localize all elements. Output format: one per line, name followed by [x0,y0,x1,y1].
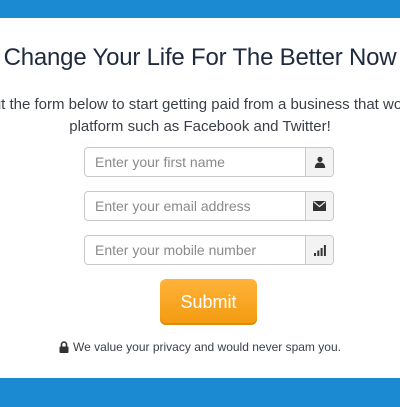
subheading-line-1: ut the form below to start getting paid … [0,96,400,113]
signal-icon [305,236,333,264]
subheading-line-2: platform such as Facebook and Twitter! [69,118,331,135]
page-headline: Change Your Life For The Better Now [3,44,397,71]
first-name-input[interactable] [85,148,305,176]
submit-button[interactable]: Submit [160,279,257,325]
user-icon [305,148,333,176]
lock-icon [59,341,69,356]
mobile-field-group [84,235,334,265]
email-field-group [84,191,334,221]
first-name-field-group [84,147,334,177]
top-banner-bar [0,0,400,18]
privacy-note: We value your privacy and would never sp… [0,340,400,356]
email-input[interactable] [85,192,305,220]
envelope-icon [305,192,333,220]
bottom-banner-bar [0,378,400,407]
privacy-text: We value your privacy and would never sp… [73,340,341,354]
mobile-input[interactable] [85,236,305,264]
page-subheading: ut the form below to start getting paid … [0,94,400,138]
